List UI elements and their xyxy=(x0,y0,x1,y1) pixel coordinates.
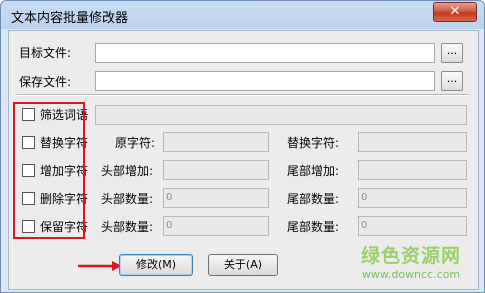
keep-tail-count-label: 尾部数量: xyxy=(287,220,340,234)
arrow-right-icon xyxy=(78,261,122,271)
target-file-browse-button[interactable]: ... xyxy=(441,43,463,63)
watermark-url: www.downcc.com xyxy=(361,268,461,281)
watermark: 绿色资源网 www.downcc.com xyxy=(351,241,471,281)
keep-tail-count-input[interactable]: 0 xyxy=(358,216,467,236)
tail-add-label: 尾部增加: xyxy=(287,164,340,178)
head-add-label: 头部增加: xyxy=(101,164,154,178)
close-button[interactable]: ✕ xyxy=(433,2,477,22)
delete-head-count-label: 头部数量: xyxy=(101,192,154,206)
delete-head-count-input[interactable]: 0 xyxy=(163,188,269,208)
modify-button[interactable]: 修改(M) xyxy=(119,254,193,276)
title-bar: 文本内容批量修改器 ✕ xyxy=(1,1,484,29)
save-file-input[interactable] xyxy=(95,71,435,91)
separator xyxy=(17,94,469,96)
original-char-label: 原字符: xyxy=(115,136,156,150)
keep-head-count-label: 头部数量: xyxy=(101,220,154,234)
tail-add-input[interactable] xyxy=(358,160,467,180)
highlight-box xyxy=(13,102,85,239)
save-file-browse-button[interactable]: ... xyxy=(441,71,463,91)
replacement-char-input[interactable] xyxy=(358,132,467,152)
delete-tail-count-label: 尾部数量: xyxy=(287,192,340,206)
keep-head-count-input[interactable]: 0 xyxy=(163,216,269,236)
watermark-title: 绿色资源网 xyxy=(360,245,461,267)
target-file-input[interactable] xyxy=(95,43,435,63)
head-add-input[interactable] xyxy=(163,160,269,180)
replacement-char-label: 替换字符: xyxy=(287,136,340,150)
about-button[interactable]: 关于(A) xyxy=(208,254,278,276)
original-char-input[interactable] xyxy=(163,132,269,152)
target-file-label: 目标文件: xyxy=(19,46,72,60)
filter-input[interactable] xyxy=(95,105,467,125)
window-title: 文本内容批量修改器 xyxy=(11,11,129,26)
app-window: 文本内容批量修改器 ✕ 目标文件: ... 保存文件: ... 筛选词语 替换字… xyxy=(0,0,485,293)
delete-tail-count-input[interactable]: 0 xyxy=(358,188,467,208)
save-file-label: 保存文件: xyxy=(19,75,72,89)
